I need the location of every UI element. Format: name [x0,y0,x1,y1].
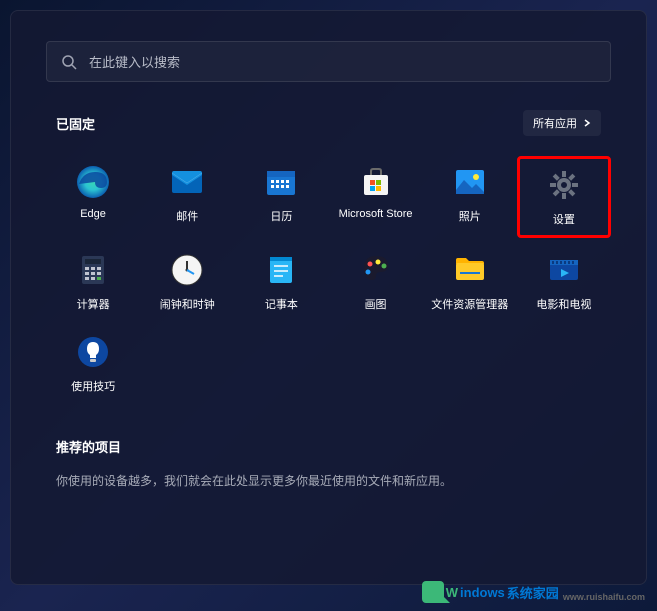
all-apps-button[interactable]: 所有应用 [523,110,601,136]
watermark-rest: indows [460,585,505,600]
mail-icon [169,164,205,200]
app-photos[interactable]: 照片 [423,156,517,238]
all-apps-label: 所有应用 [533,115,577,131]
folder-icon [452,252,488,288]
photos-icon [452,164,488,200]
clock-icon [169,252,205,288]
watermark: Windows系统家园 www.ruishaifu.com [422,581,645,603]
store-icon [358,164,394,200]
app-label: 画图 [365,296,387,312]
recommended-message: 你使用的设备越多，我们就会在此处显示更多你最近使用的文件和新应用。 [56,472,601,490]
app-paint[interactable]: 画图 [328,244,422,320]
notepad-icon [263,252,299,288]
pinned-title: 已固定 [56,114,95,133]
search-placeholder: 在此键入以搜索 [89,52,180,71]
app-label: 邮件 [176,208,198,224]
app-calculator[interactable]: 计算器 [46,244,140,320]
calculator-icon [75,252,111,288]
start-menu-panel: 在此键入以搜索 已固定 所有应用 Edge 邮件 日历 [10,10,647,585]
app-label: 照片 [459,208,481,224]
app-clock[interactable]: 闹钟和时钟 [140,244,234,320]
app-mail[interactable]: 邮件 [140,156,234,238]
search-box[interactable]: 在此键入以搜索 [46,41,611,82]
recommended-section: 推荐的项目 你使用的设备越多，我们就会在此处显示更多你最近使用的文件和新应用。 [46,437,611,490]
search-icon [61,54,77,70]
app-label: 记事本 [265,296,298,312]
app-movies[interactable]: 电影和电视 [517,244,611,320]
app-label: 设置 [553,211,575,227]
gear-icon [546,167,582,203]
app-label: 电影和电视 [536,296,591,312]
chevron-right-icon [583,119,591,127]
app-calendar[interactable]: 日历 [234,156,328,238]
app-label: 计算器 [77,296,110,312]
recommended-title: 推荐的项目 [56,437,601,456]
movies-icon [546,252,582,288]
app-label: Edge [80,208,106,220]
app-label: Microsoft Store [339,208,413,220]
calendar-icon [263,164,299,200]
bulb-icon [75,334,111,370]
app-edge[interactable]: Edge [46,156,140,238]
app-settings[interactable]: 设置 [517,156,611,238]
pinned-grid: Edge 邮件 日历 Microsoft Store 照片 [46,156,611,402]
app-label: 文件资源管理器 [431,296,508,312]
watermark-suffix: 系统家园 [507,583,559,602]
app-tips[interactable]: 使用技巧 [46,326,140,402]
app-explorer[interactable]: 文件资源管理器 [423,244,517,320]
watermark-logo-icon [422,581,444,603]
pinned-header: 已固定 所有应用 [46,110,611,136]
edge-icon [75,164,111,200]
app-label: 闹钟和时钟 [160,296,215,312]
app-label: 使用技巧 [71,378,115,394]
app-notepad[interactable]: 记事本 [234,244,328,320]
paint-icon [358,252,394,288]
app-store[interactable]: Microsoft Store [328,156,422,238]
app-label: 日历 [270,208,292,224]
